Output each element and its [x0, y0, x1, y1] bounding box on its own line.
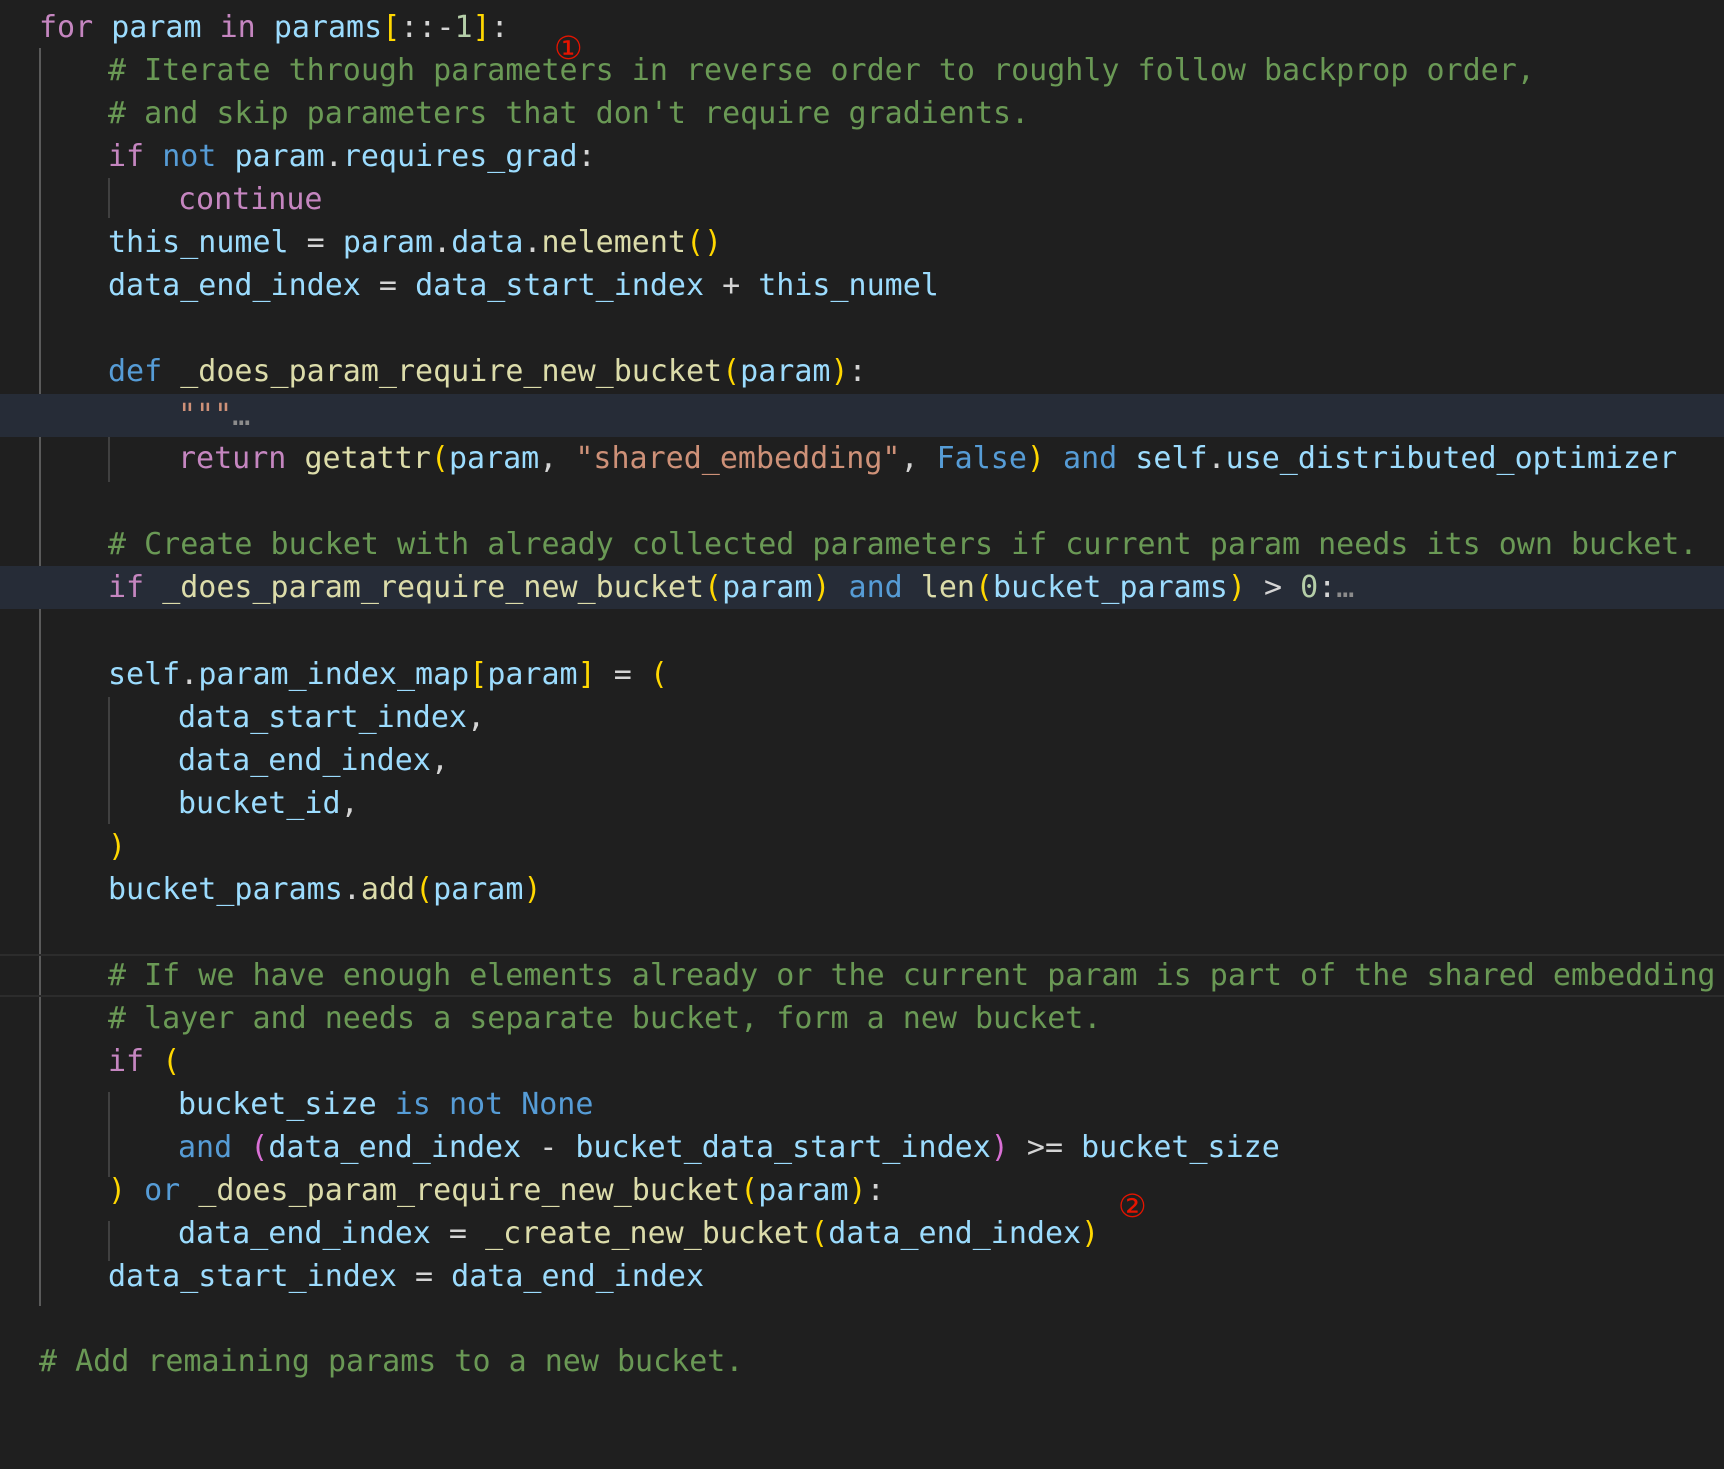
line-text: if _does_param_require_new_bucket(param)…	[108, 570, 1355, 605]
line-text: # layer and needs a separate bucket, for…	[108, 1001, 1102, 1036]
code-line[interactable]: for param in params[::-1]:	[0, 6, 1724, 49]
code-line[interactable]: and (data_end_index - bucket_data_start_…	[0, 1126, 1724, 1169]
code-line[interactable]: return getattr(param, "shared_embedding"…	[0, 437, 1724, 480]
code-line[interactable]: bucket_params.add(param)	[0, 868, 1724, 911]
code-line[interactable]: data_start_index,	[0, 696, 1724, 739]
code-comment[interactable]: # and skip parameters that don't require…	[0, 92, 1724, 135]
line-text: if not param.requires_grad:	[108, 139, 596, 174]
annotation-marker-2: ②	[1118, 1187, 1147, 1225]
code-line[interactable]: this_numel = param.data.nelement()	[0, 221, 1724, 264]
code-line[interactable]: if (	[0, 1040, 1724, 1083]
line-text: data_end_index = _create_new_bucket(data…	[178, 1216, 1100, 1251]
folded-docstring-line[interactable]: """…	[0, 394, 1724, 437]
code-comment[interactable]: # If we have enough elements already or …	[0, 954, 1724, 997]
line-text: return getattr(param, "shared_embedding"…	[178, 441, 1678, 476]
code-line[interactable]: bucket_id,	[0, 782, 1724, 825]
code-editor[interactable]: for param in params[::-1]: # Iterate thr…	[0, 0, 1724, 1379]
code-line[interactable]: data_end_index = _create_new_bucket(data…	[0, 1212, 1724, 1255]
annotation-marker-1: ①	[554, 29, 583, 67]
line-text: # If we have enough elements already or …	[108, 958, 1716, 993]
line-text: def _does_param_require_new_bucket(param…	[108, 354, 867, 389]
fold-ellipsis[interactable]: …	[1336, 570, 1354, 605]
code-line[interactable]: data_end_index,	[0, 739, 1724, 782]
line-text: self.param_index_map[param] = (	[108, 657, 668, 692]
line-text: and (data_end_index - bucket_data_start_…	[178, 1130, 1280, 1165]
line-text: # Iterate through parameters in reverse …	[108, 53, 1535, 88]
line-text: bucket_size is not None	[178, 1087, 594, 1122]
code-line[interactable]: self.param_index_map[param] = (	[0, 653, 1724, 696]
line-text: bucket_params.add(param)	[108, 872, 542, 907]
line-text: this_numel = param.data.nelement()	[108, 225, 723, 260]
code-line[interactable]: continue	[0, 178, 1724, 221]
line-text: # Create bucket with already collected p…	[108, 527, 1698, 562]
line-text: for param in params[::-1]:	[39, 10, 509, 45]
line-text: data_end_index = data_start_index + this…	[108, 268, 939, 303]
line-text: """…	[178, 398, 251, 433]
code-line[interactable]: if not param.requires_grad:	[0, 135, 1724, 178]
code-line[interactable]: def _does_param_require_new_bucket(param…	[0, 350, 1724, 393]
code-line[interactable]: bucket_size is not None	[0, 1083, 1724, 1126]
code-line[interactable]: data_end_index = data_start_index + this…	[0, 264, 1724, 307]
line-text: # and skip parameters that don't require…	[108, 96, 1030, 131]
line-text: ) or _does_param_require_new_bucket(para…	[108, 1173, 885, 1208]
fold-ellipsis[interactable]: …	[232, 398, 250, 433]
code-comment[interactable]: # Iterate through parameters in reverse …	[0, 49, 1724, 92]
line-text: data_start_index,	[178, 700, 486, 735]
line-text: data_end_index,	[178, 743, 449, 778]
line-text: )	[108, 829, 127, 864]
code-line[interactable]: )	[0, 825, 1724, 868]
line-text: continue	[178, 182, 323, 217]
line-text: data_start_index = data_end_index	[108, 1259, 705, 1294]
code-comment[interactable]: # Create bucket with already collected p…	[0, 523, 1724, 566]
code-line[interactable]: data_start_index = data_end_index	[0, 1255, 1724, 1298]
line-text: if (	[108, 1044, 181, 1079]
folded-if-line[interactable]: if _does_param_require_new_bucket(param)…	[0, 566, 1724, 609]
line-text: bucket_id,	[178, 786, 359, 821]
code-comment[interactable]: # layer and needs a separate bucket, for…	[0, 997, 1724, 1040]
code-line[interactable]: ) or _does_param_require_new_bucket(para…	[0, 1169, 1724, 1212]
